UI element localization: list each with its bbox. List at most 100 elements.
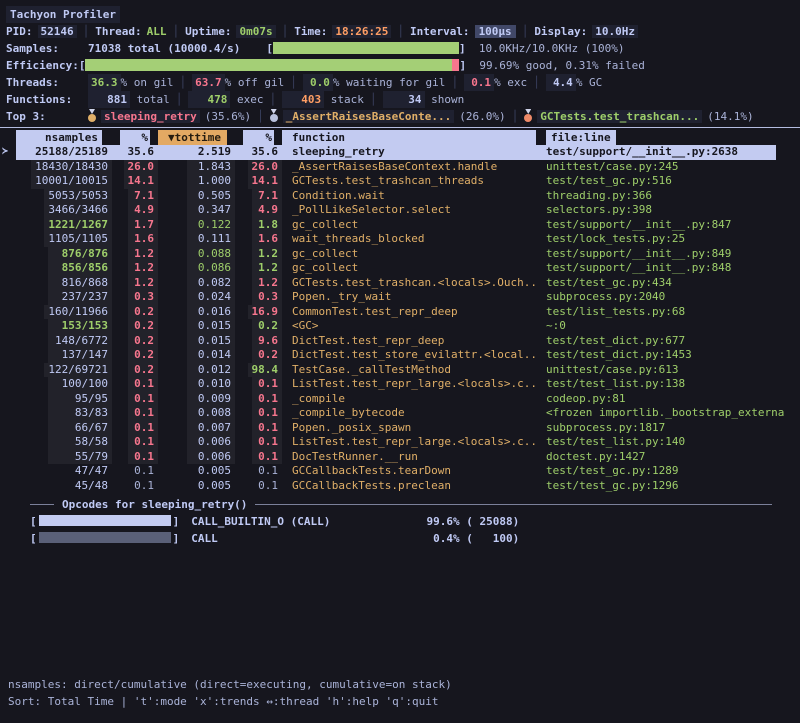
column-header-pct[interactable]: % — [120, 130, 150, 145]
top3-line: Top 3:sleeping_retry(35.6%)│_AssertRaise… — [6, 108, 800, 125]
cell-nsamples: 95/95 — [48, 392, 112, 407]
separator: │ — [451, 76, 458, 89]
table-row[interactable]: 45/48 0.1 0.005 0.1 GCCallbackTests.prec… — [0, 479, 800, 494]
cell-file-line: test/lock_tests.py:25 — [538, 232, 800, 247]
table-row[interactable]: 1105/1105 1.6 0.111 1.6 wait_threads_blo… — [0, 232, 800, 247]
cell-cumulative-pct: 4.9 — [252, 203, 282, 218]
table-row[interactable]: 18430/18430 26.0 1.843 26.0 _AssertRaise… — [0, 160, 800, 175]
table-row[interactable]: 55/79 0.1 0.006 0.1 DocTestRunner.__run … — [0, 450, 800, 465]
table-row[interactable]: ≻ 25188/25189 35.6 2.519 35.6 sleeping_r… — [0, 145, 800, 160]
functions-stat: 34 shown│ — [383, 93, 483, 106]
cell-nsamples: 100/100 — [48, 377, 112, 392]
cell-function: gc_collect — [282, 247, 538, 262]
table-row[interactable]: 148/6772 0.2 0.015 9.6 DictTest.test_rep… — [0, 334, 800, 349]
table-row[interactable]: 95/95 0.1 0.009 0.1 _compile codeop.py:8… — [0, 392, 800, 407]
column-header-nsamples[interactable]: nsamples — [16, 130, 102, 145]
cell-function: ListTest.test_repr_large.<locals>.c... — [282, 377, 538, 392]
cell-direct-pct: 26.0 — [124, 160, 159, 175]
cell-cumulative-pct: 0.1 — [252, 377, 282, 392]
cell-cumulative-pct: 0.1 — [252, 450, 282, 465]
table-row[interactable]: 160/11966 0.2 0.016 16.9 CommonTest.test… — [0, 305, 800, 320]
cell-function: TestCase._callTestMethod — [282, 363, 538, 378]
separator: │ — [270, 93, 277, 106]
cell-nsamples: 55/79 — [48, 450, 112, 465]
table-row[interactable]: 83/83 0.1 0.008 0.1 _compile_bytecode <f… — [0, 406, 800, 421]
cell-file-line: test/test_list.py:140 — [538, 435, 800, 450]
cell-tottime: 0.008 — [187, 406, 235, 421]
header-panel: Tachyon Profiler PID:52146│Thread:ALL│Up… — [0, 0, 800, 125]
cell-nsamples: 3466/3466 — [44, 203, 112, 218]
table-row[interactable]: 122/69721 0.2 0.012 98.4 TestCase._callT… — [0, 363, 800, 378]
separator: │ — [290, 76, 297, 89]
table-row[interactable]: 237/237 0.3 0.024 0.3 Popen._try_wait su… — [0, 290, 800, 305]
opcode-stat: 99.6% ( 25088) — [423, 514, 519, 531]
footer: nsamples: direct/cumulative (direct=exec… — [8, 677, 452, 710]
cell-nsamples: 816/868 — [48, 276, 112, 291]
separator: │ — [172, 25, 179, 38]
table-row[interactable]: 856/856 1.2 0.086 1.2 gc_collect test/su… — [0, 261, 800, 276]
top3-entry: GCTests.test_trashcan...(14.1%)│ — [524, 110, 772, 123]
functions-stat: 478 exec│ — [188, 93, 282, 106]
cell-nsamples: 25188/25189 — [31, 145, 112, 160]
table-row[interactable]: 58/58 0.1 0.006 0.1 ListTest.test_repr_l… — [0, 435, 800, 450]
top3-label: Top 3: — [6, 108, 88, 125]
separator: │ — [522, 25, 529, 38]
cell-function: sleeping_retry — [282, 145, 538, 160]
column-header-tottime-sorted[interactable]: ▼tottime — [158, 130, 227, 145]
cell-cumulative-pct: 0.2 — [252, 348, 282, 363]
table-row[interactable]: 3466/3466 4.9 0.347 4.9 _PollLikeSelecto… — [0, 203, 800, 218]
cell-cumulative-pct: 1.2 — [252, 247, 282, 262]
cell-file-line: unittest/case.py:613 — [538, 363, 800, 378]
cell-function: ListTest.test_repr_large.<locals>.c... — [282, 435, 538, 450]
cell-cumulative-pct: 1.2 — [252, 261, 282, 276]
table-row[interactable]: 100/100 0.1 0.010 0.1 ListTest.test_repr… — [0, 377, 800, 392]
cell-direct-pct: 0.1 — [128, 450, 158, 465]
threads-stat: 36.3% on gil│ — [88, 76, 192, 89]
table-row[interactable]: 816/868 1.2 0.082 1.2 GCTests.test_trash… — [0, 276, 800, 291]
opcode-bar — [39, 532, 171, 543]
cell-function: wait_threads_blocked — [282, 232, 538, 247]
column-header-pct2[interactable]: % — [243, 130, 274, 145]
cell-file-line: subprocess.py:1817 — [538, 421, 800, 436]
functions-line: Functions:881 total│478 exec│403 stack│3… — [6, 91, 800, 108]
separator: │ — [257, 110, 264, 123]
table-row[interactable]: 66/67 0.1 0.007 0.1 Popen._posix_spawn s… — [0, 421, 800, 436]
table-row[interactable]: 153/153 0.2 0.015 0.2 <GC> ~:0 — [0, 319, 800, 334]
cell-cumulative-pct: 14.1 — [248, 174, 283, 189]
cell-tottime: 2.519 — [187, 145, 235, 160]
table-row[interactable]: 876/876 1.2 0.088 1.2 gc_collect test/su… — [0, 247, 800, 262]
table-row[interactable]: 1221/1267 1.7 0.122 1.8 gc_collect test/… — [0, 218, 800, 233]
column-header-function[interactable]: function — [282, 130, 536, 145]
table-row[interactable]: 47/47 0.1 0.005 0.1 GCCallbackTests.tear… — [0, 464, 800, 479]
threads-stat: 0.1% exc│ — [464, 76, 546, 89]
cell-cumulative-pct: 0.1 — [252, 421, 282, 436]
cell-function: DictTest.test_store_evilattr.<local... — [282, 348, 538, 363]
cell-function: gc_collect — [282, 261, 538, 276]
cell-function: GCCallbackTests.preclean — [282, 479, 538, 494]
separator: │ — [176, 93, 183, 106]
table-row[interactable]: 137/147 0.2 0.014 0.2 DictTest.test_stor… — [0, 348, 800, 363]
cell-file-line: ~:0 — [538, 319, 800, 334]
cell-cumulative-pct: 0.3 — [252, 290, 282, 305]
cell-direct-pct: 1.6 — [128, 232, 158, 247]
table-row[interactable]: 10001/10015 14.1 1.000 14.1 GCTests.test… — [0, 174, 800, 189]
cell-direct-pct: 0.1 — [128, 464, 158, 479]
efficiency-line: Efficiency:[] 99.69% good, 0.31% failed — [6, 57, 800, 74]
cell-function: <GC> — [282, 319, 538, 334]
cell-nsamples: 237/237 — [48, 290, 112, 305]
cell-tottime: 0.005 — [187, 464, 235, 479]
separator: │ — [370, 93, 377, 106]
table-row[interactable]: 5053/5053 7.1 0.505 7.1 Condition.wait t… — [0, 189, 800, 204]
cell-direct-pct: 0.1 — [128, 406, 158, 421]
cell-tottime: 0.006 — [187, 435, 235, 450]
cell-nsamples: 47/47 — [48, 464, 112, 479]
cell-function: DocTestRunner.__run — [282, 450, 538, 465]
efficiency-text: 99.69% good, 0.31% failed — [479, 59, 645, 72]
status-item: Time:18:26:25│ — [294, 25, 410, 38]
separator: │ — [512, 110, 519, 123]
cell-tottime: 0.088 — [187, 247, 235, 262]
cell-file-line: test/test_gc.py:1289 — [538, 464, 800, 479]
opcode-stat: 0.4% ( 100) — [423, 531, 519, 548]
threads-stat: 4.4% GC│ — [546, 76, 621, 89]
column-header-file-line[interactable]: file:line — [546, 130, 616, 145]
